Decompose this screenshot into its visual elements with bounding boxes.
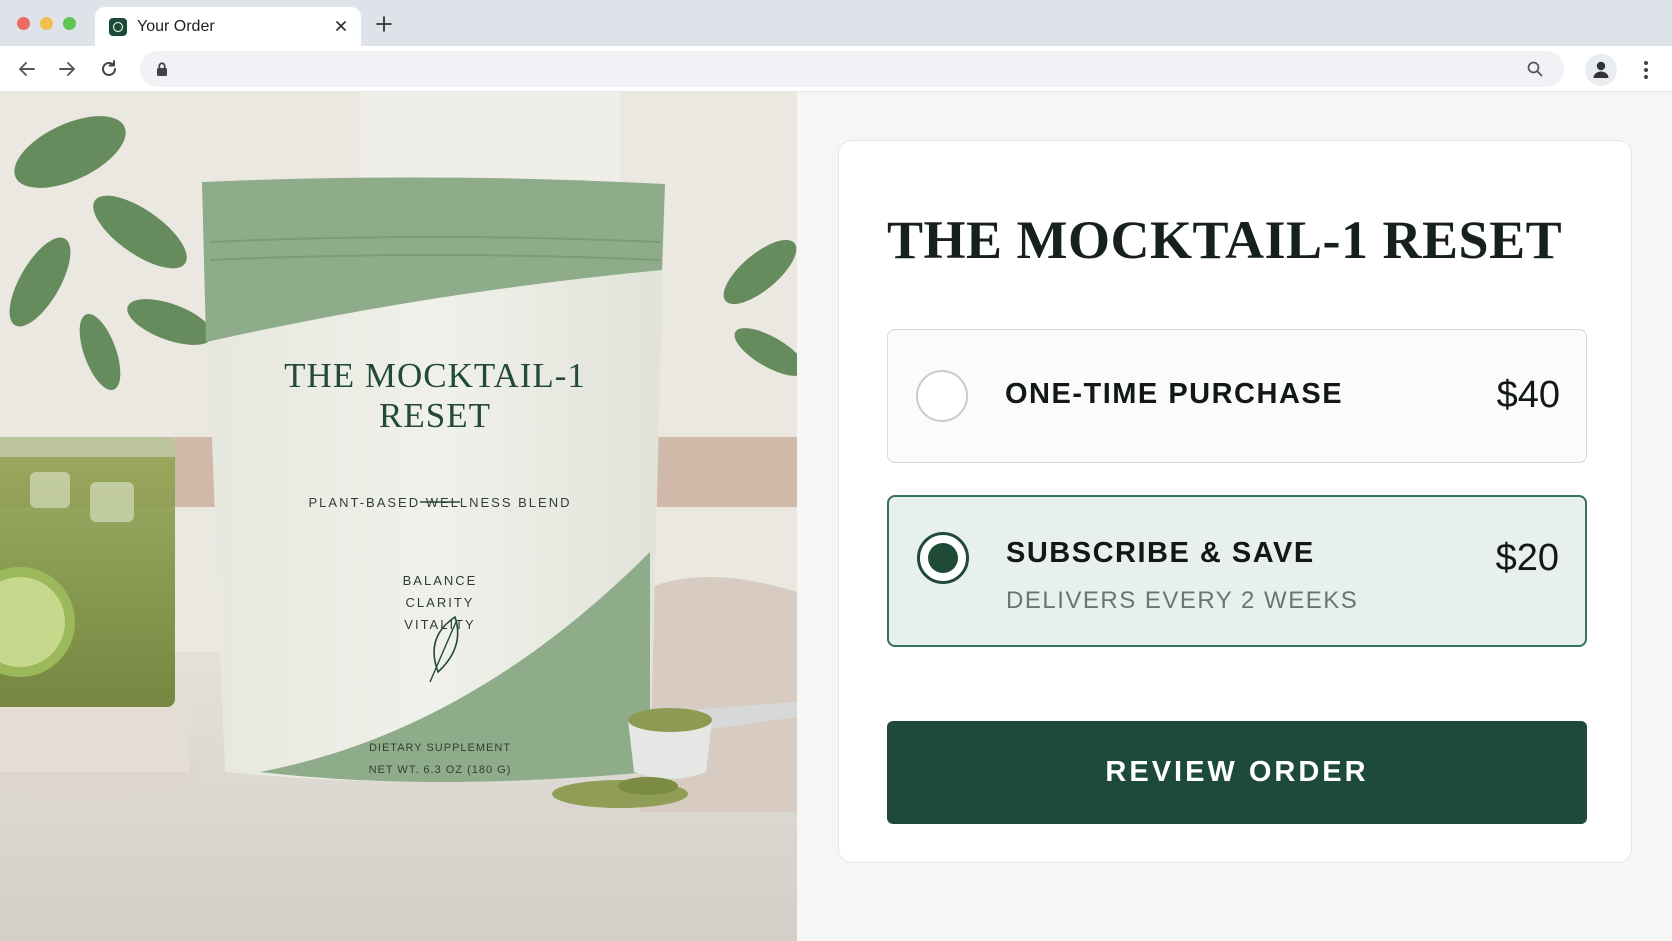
option-price: $20 bbox=[1495, 537, 1559, 579]
search-icon[interactable] bbox=[1526, 60, 1544, 83]
review-order-button[interactable]: REVIEW ORDER bbox=[887, 721, 1587, 824]
page-content: THE MOCKTAIL-1 RESET PLANT-BASED WELLNES… bbox=[0, 92, 1672, 941]
pouch-subtitle: PLANT-BASED WELLNESS BLEND bbox=[308, 495, 572, 510]
new-tab-plus-icon[interactable] bbox=[374, 14, 394, 34]
option-price: $40 bbox=[1496, 374, 1560, 416]
pouch-benefit: VITALITY bbox=[404, 617, 476, 632]
pouch-net-weight: NET WT. 6.3 OZ (180 G) bbox=[368, 764, 512, 776]
pouch-supplement-label: DIETARY SUPPLEMENT bbox=[368, 742, 512, 754]
radio-selected[interactable] bbox=[917, 532, 969, 584]
pouch-benefit: CLARITY bbox=[405, 595, 475, 610]
browser-tab-strip: Your Order bbox=[0, 0, 1672, 46]
browser-menu-icon[interactable] bbox=[1636, 58, 1656, 82]
pouch-product-name: THE MOCKTAIL-1 RESET bbox=[284, 356, 586, 435]
product-hero-image: THE MOCKTAIL-1 RESET PLANT-BASED WELLNES… bbox=[0, 92, 797, 941]
option-subscribe-and-save[interactable]: SUBSCRIBE & SAVE DELIVERS EVERY 2 WEEKS … bbox=[887, 495, 1587, 647]
close-window-button[interactable] bbox=[17, 17, 30, 30]
option-one-time-purchase[interactable]: ONE-TIME PURCHASE $40 bbox=[887, 329, 1587, 463]
back-arrow-icon[interactable] bbox=[16, 58, 38, 80]
option-label: ONE-TIME PURCHASE bbox=[1005, 378, 1344, 410]
pouch-benefits: BALANCE CLARITY VITALITY bbox=[340, 570, 540, 636]
active-tab[interactable]: Your Order bbox=[95, 7, 361, 46]
product-photo-illustration bbox=[0, 92, 797, 941]
product-title: THE MOCKTAIL-1 RESET bbox=[887, 210, 1563, 270]
site-favicon-icon bbox=[109, 18, 127, 36]
close-tab-icon[interactable] bbox=[331, 16, 351, 36]
maximize-window-button[interactable] bbox=[63, 17, 76, 30]
browser-toolbar bbox=[0, 46, 1672, 92]
forward-arrow-icon[interactable] bbox=[56, 58, 78, 80]
lock-icon[interactable] bbox=[155, 61, 169, 82]
address-bar[interactable] bbox=[140, 51, 1564, 87]
option-label: SUBSCRIBE & SAVE bbox=[1006, 537, 1315, 569]
radio-unselected[interactable] bbox=[916, 370, 968, 422]
tab-title: Your Order bbox=[137, 18, 215, 35]
profile-avatar-icon[interactable] bbox=[1585, 54, 1617, 86]
pouch-benefit: BALANCE bbox=[402, 573, 478, 588]
order-card: THE MOCKTAIL-1 RESET ONE-TIME PURCHASE $… bbox=[838, 140, 1632, 863]
radio-dot-icon bbox=[928, 543, 958, 573]
delivery-frequency-note: DELIVERS EVERY 2 WEEKS bbox=[1006, 587, 1359, 614]
reload-icon[interactable] bbox=[98, 58, 120, 80]
minimize-window-button[interactable] bbox=[40, 17, 53, 30]
